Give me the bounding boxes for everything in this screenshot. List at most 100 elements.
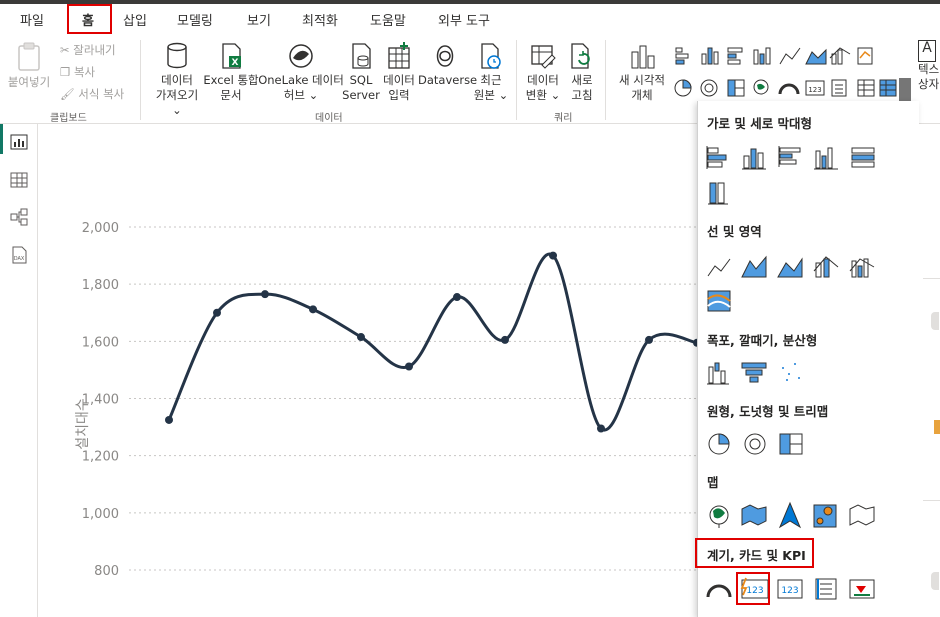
enter-data-button[interactable]: 데이터 입력 — [380, 42, 418, 103]
filled-map-icon[interactable] — [741, 504, 767, 526]
stacked-column-icon[interactable] — [701, 47, 719, 65]
y-tick-label: 1,600 — [82, 335, 119, 350]
data-point[interactable] — [501, 335, 509, 344]
stacked-column-chart-icon[interactable] — [742, 148, 766, 170]
line-stacked-column-chart-icon[interactable] — [813, 256, 839, 278]
clustered-bar-chart-icon[interactable] — [778, 146, 801, 167]
pie-chart-icon[interactable] — [708, 433, 730, 455]
stacked-bar-icon[interactable] — [675, 47, 689, 65]
line-chart-svg: 2,0001,8001,6001,4001,2001,000800 설치대수 — [75, 221, 701, 579]
dax-query-view-icon[interactable]: DAX — [10, 246, 28, 264]
clustered-column-chart-icon[interactable] — [814, 147, 838, 170]
enter-data-label-2: 입력 — [388, 88, 410, 102]
tab-modeling[interactable]: 모델링 — [177, 10, 213, 29]
text-box-button[interactable]: A 텍스 상자 — [918, 40, 940, 92]
get-data-label-1: 데이터 — [161, 73, 193, 87]
data-point[interactable] — [549, 251, 557, 260]
cut-button[interactable]: ✂ 잘라내기 — [60, 42, 116, 58]
shape-map-icon[interactable] — [849, 504, 875, 526]
excel-label-2: 문서 — [220, 88, 242, 102]
y-tick-label: 1,200 — [82, 450, 119, 465]
line-chart-visual[interactable]: 2,000 1,800 1,600 1,400 1,200 1,000 800 설치대수 — [39, 124, 701, 617]
sql-server-button[interactable]: SQL Server — [342, 42, 380, 103]
gauge-chart-icon[interactable] — [706, 584, 732, 598]
separator — [516, 40, 517, 120]
dataverse-label: Dataverse — [418, 73, 478, 87]
tab-view[interactable]: 보기 — [247, 10, 271, 29]
onelake-icon — [289, 44, 313, 68]
multi-row-card-visual-icon[interactable]: 123 — [777, 579, 803, 599]
tab-help[interactable]: 도움말 — [370, 10, 406, 29]
dataverse-button[interactable]: Dataverse — [418, 42, 477, 88]
multi-row-card-icon[interactable] — [815, 578, 837, 600]
treemap-icon[interactable] — [779, 433, 803, 455]
stacked-area-chart-icon[interactable] — [777, 257, 803, 278]
area-chart-icon[interactable] — [805, 48, 827, 65]
recent-sources-button[interactable]: 최근 원본 ⌄ — [472, 42, 510, 103]
ribbon-chart-icon[interactable] — [857, 47, 873, 65]
donut-chart-icon[interactable] — [744, 433, 766, 455]
database-icon — [167, 42, 187, 69]
ribbon-chart-icon[interactable] — [707, 290, 731, 312]
format-painter-button[interactable]: 🖌 서식 복사 — [60, 86, 124, 102]
data-point[interactable] — [597, 424, 605, 433]
recent-sources-icon — [481, 43, 501, 69]
data-point[interactable] — [165, 415, 173, 424]
matrix-icon[interactable] — [879, 79, 897, 97]
transform-data-icon — [531, 45, 556, 69]
waterfall-chart-icon[interactable] — [707, 362, 729, 385]
data-point[interactable] — [405, 362, 413, 371]
transform-data-button[interactable]: 데이터 변환 ⌄ — [522, 42, 564, 103]
line-column-icon[interactable] — [829, 47, 851, 65]
scatter-chart-icon[interactable] — [782, 363, 800, 381]
stacked-bar-chart-icon[interactable] — [706, 146, 727, 169]
data-point[interactable] — [357, 333, 365, 342]
line-chart-icon[interactable] — [779, 47, 801, 65]
copy-button[interactable]: ❐ 복사 — [60, 64, 95, 80]
y-tick-label: 800 — [94, 564, 119, 579]
visuals-gallery-panel: 가로 및 세로 막대형 선 및 영역 폭포, 깔때기, 분산형 원형, 도넛형 … — [695, 101, 919, 617]
excel-workbook-button[interactable]: X Excel 통합 문서 — [202, 42, 260, 103]
data-point[interactable] — [261, 290, 269, 299]
chevron-down-icon: ⌄ — [550, 88, 561, 102]
map-chart-icon[interactable] — [709, 505, 729, 528]
tab-external-tools[interactable]: 외부 도구 — [438, 10, 490, 29]
data-point[interactable] — [213, 308, 221, 317]
model-view-icon[interactable] — [10, 208, 28, 226]
card-icon[interactable]: 123 — [805, 80, 825, 96]
report-view-icon[interactable] — [10, 134, 28, 150]
clustered-column-icon[interactable] — [753, 47, 771, 65]
data-point[interactable] — [645, 335, 653, 344]
gauge-icon[interactable] — [778, 83, 800, 95]
area-chart-icon[interactable] — [741, 255, 767, 278]
table-view-icon[interactable] — [10, 172, 28, 188]
kpi-visual-icon[interactable] — [849, 579, 875, 599]
100-stacked-bar-chart-icon[interactable] — [851, 147, 875, 168]
treemap-icon[interactable] — [727, 79, 745, 97]
table-icon[interactable] — [857, 79, 875, 97]
azure-map-icon[interactable] — [778, 501, 802, 529]
map-icon[interactable] — [753, 79, 769, 95]
text-box-label-2: 상자 — [918, 77, 940, 91]
100-stacked-column-chart-icon[interactable] — [708, 182, 728, 205]
tab-insert[interactable]: 삽입 — [123, 10, 147, 29]
tab-optimize[interactable]: 최적화 — [302, 10, 338, 29]
data-point[interactable] — [309, 305, 317, 314]
clustered-bar-icon[interactable] — [727, 47, 743, 65]
onelake-hub-button[interactable]: OneLake 데이터 허브 ⌄ — [258, 42, 344, 103]
paste-button[interactable]: 붙여넣기 — [6, 42, 52, 90]
data-point[interactable] — [453, 293, 461, 302]
line-chart-icon[interactable] — [707, 258, 731, 277]
arcgis-map-icon[interactable] — [813, 504, 837, 528]
new-visual-button[interactable]: 새 시각적 개체 — [613, 42, 671, 103]
get-data-button[interactable]: 데이터 가져오기 ⌄ — [150, 42, 204, 118]
pie-chart-icon[interactable] — [674, 79, 692, 97]
copy-icon: ❐ — [60, 65, 71, 79]
donut-chart-icon[interactable] — [700, 79, 718, 97]
multi-row-card-icon[interactable] — [831, 79, 847, 97]
refresh-button[interactable]: 새로 고침 — [564, 42, 600, 103]
tab-file[interactable]: 파일 — [20, 10, 44, 29]
line-clustered-column-chart-icon[interactable] — [849, 258, 875, 278]
funnel-chart-icon[interactable] — [741, 362, 767, 383]
card-icon-highlight — [736, 572, 770, 605]
